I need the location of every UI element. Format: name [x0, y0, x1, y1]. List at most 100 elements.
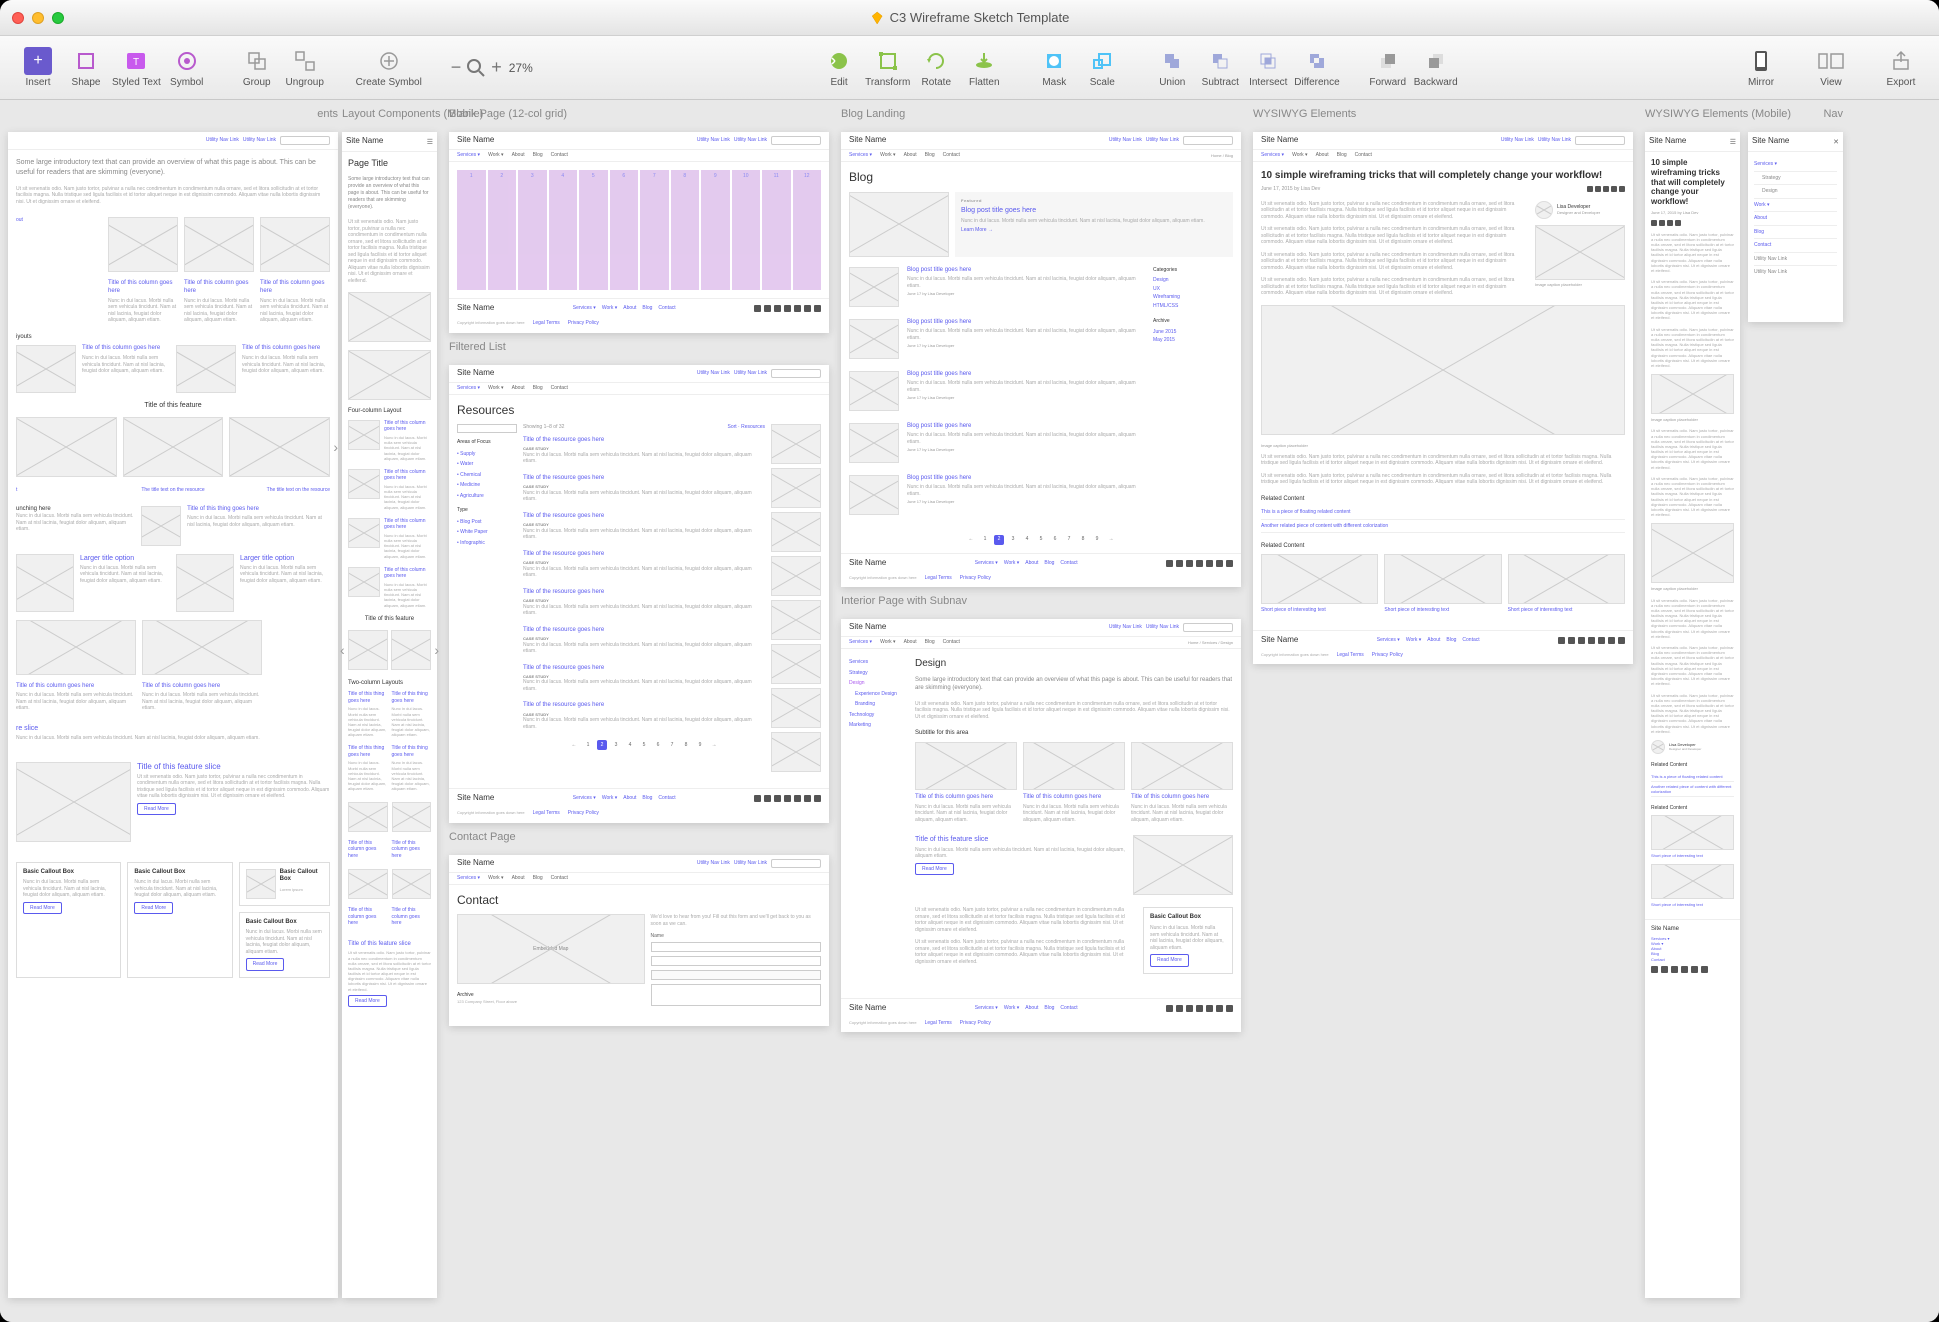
read-more-button[interactable]: Read More	[348, 995, 387, 1008]
image-placeholder	[849, 371, 899, 411]
image-placeholder	[771, 732, 821, 772]
filter-search-input[interactable]	[457, 424, 517, 433]
primary-nav: Services ▾Work ▾AboutBlogContact	[449, 873, 829, 885]
read-more-button[interactable]: Read More	[246, 958, 285, 971]
insert-button[interactable]: + Insert	[16, 47, 60, 88]
forward-button[interactable]: Forward	[1366, 47, 1410, 88]
magnifier-icon	[465, 57, 487, 79]
subtract-button[interactable]: Subtract	[1198, 47, 1242, 88]
carousel-prev-icon[interactable]: ‹	[340, 640, 345, 658]
read-more-button[interactable]: Read More	[915, 863, 954, 876]
name-input[interactable]	[651, 942, 821, 952]
export-button[interactable]: Export	[1879, 47, 1923, 88]
artboard-wysiwyg-mobile[interactable]: Site Name ☰ 10 simple wireframing tricks…	[1645, 132, 1740, 1298]
artboard-blank-page[interactable]: Site Name Utility Nav LinkUtility Nav Li…	[449, 132, 829, 333]
window-title: C3 Wireframe Sketch Template	[870, 10, 1070, 25]
image-placeholder	[849, 192, 949, 257]
grid-overlay: 123456789101112	[457, 170, 821, 290]
main-toolbar: + Insert Shape T Styled Text Symbol Grou…	[0, 36, 1939, 100]
reason-select[interactable]	[651, 970, 821, 980]
image-placeholder	[771, 600, 821, 640]
artboard-filtered-list[interactable]: Site Name Utility Nav LinkUtility Nav Li…	[449, 365, 829, 823]
image-placeholder	[392, 869, 432, 899]
close-icon[interactable]: ✕	[1833, 138, 1839, 147]
artboard-label: WYSIWYG Elements	[1253, 108, 1633, 120]
mirror-button[interactable]: Mirror	[1739, 47, 1783, 88]
backward-button[interactable]: Backward	[1414, 47, 1458, 88]
maximize-button[interactable]	[52, 12, 64, 24]
transform-button[interactable]: Transform	[865, 47, 910, 88]
artboard-blog-landing[interactable]: Site Name Utility Nav LinkUtility Nav Li…	[841, 132, 1241, 587]
search-input[interactable]	[280, 136, 330, 145]
union-button[interactable]: Union	[1150, 47, 1194, 88]
svg-text:T: T	[133, 57, 139, 68]
read-more-button[interactable]: Read More	[134, 902, 173, 915]
search-input[interactable]	[1575, 136, 1625, 145]
window-titlebar: C3 Wireframe Sketch Template	[0, 0, 1939, 36]
artboard-label: Filtered List	[449, 341, 829, 353]
view-button[interactable]: View	[1809, 47, 1853, 88]
search-input[interactable]	[771, 369, 821, 378]
menu-icon[interactable]: ☰	[1730, 138, 1736, 147]
image-placeholder	[348, 292, 431, 342]
mask-button[interactable]: Mask	[1032, 47, 1076, 88]
artboard-label: Blank Page (12-col grid)	[449, 108, 829, 120]
minimize-button[interactable]	[32, 12, 44, 24]
read-more-button[interactable]: Read More	[23, 902, 62, 915]
image-placeholder	[184, 217, 254, 272]
artboard-wysiwyg[interactable]: Site Name Utility Nav LinkUtility Nav Li…	[1253, 132, 1633, 664]
scale-button[interactable]: Scale	[1080, 47, 1124, 88]
sketch-file-icon	[870, 11, 884, 25]
artboard-interior[interactable]: Site Name Utility Nav LinkUtility Nav Li…	[841, 619, 1241, 1032]
image-placeholder	[176, 554, 234, 612]
zoom-out-button[interactable]: −	[451, 57, 462, 78]
search-input[interactable]	[1183, 623, 1233, 632]
image-placeholder	[108, 217, 178, 272]
symbol-button[interactable]: Symbol	[165, 47, 209, 88]
carousel-next-icon[interactable]: ›	[333, 437, 338, 455]
styled-text-button[interactable]: T Styled Text	[112, 47, 161, 88]
artboard-label: Blog Landing	[841, 108, 1241, 120]
create-symbol-button[interactable]: Create Symbol	[353, 47, 425, 88]
ungroup-button[interactable]: Ungroup	[283, 47, 327, 88]
carousel-next-icon[interactable]: ›	[434, 640, 439, 658]
image-placeholder	[1133, 835, 1233, 895]
group-button[interactable]: Group	[235, 47, 279, 88]
rotate-button[interactable]: Rotate	[914, 47, 958, 88]
image-placeholder	[16, 762, 131, 842]
email-input[interactable]	[651, 956, 821, 966]
zoom-in-button[interactable]: +	[491, 57, 502, 78]
difference-button[interactable]: Difference	[1294, 47, 1339, 88]
search-input[interactable]	[771, 859, 821, 868]
image-placeholder	[348, 567, 380, 597]
social-icons	[754, 795, 821, 802]
image-placeholder	[771, 688, 821, 728]
read-more-button[interactable]: Read More	[137, 803, 176, 816]
image-placeholder	[348, 869, 388, 899]
intersect-button[interactable]: Intersect	[1246, 47, 1290, 88]
image-placeholder	[771, 512, 821, 552]
image-placeholder	[1384, 554, 1501, 604]
image-placeholder	[1651, 864, 1734, 899]
artboard-elements[interactable]: Utility Nav Link Utility Nav Link Some l…	[8, 132, 338, 1298]
flatten-button[interactable]: Flatten	[962, 47, 1006, 88]
edit-button[interactable]: Edit	[817, 47, 861, 88]
image-placeholder	[849, 267, 899, 307]
message-input[interactable]	[651, 984, 821, 1006]
search-input[interactable]	[1183, 136, 1233, 145]
canvas[interactable]: ents Utility Nav Link Utility Nav Link S…	[0, 100, 1939, 1322]
artboard-contact[interactable]: Site Name Utility Nav LinkUtility Nav Li…	[449, 855, 829, 1026]
close-button[interactable]	[12, 12, 24, 24]
shape-button[interactable]: Shape	[64, 47, 108, 88]
artboard-nav-mobile[interactable]: Site Name ✕ Services ▾ Strategy Design W…	[1748, 132, 1843, 322]
image-placeholder	[1131, 742, 1233, 790]
section-subnav: Services Strategy Design Experience Desi…	[849, 657, 909, 982]
social-icons	[754, 305, 821, 312]
menu-icon[interactable]: ☰	[427, 138, 433, 147]
search-input[interactable]	[771, 136, 821, 145]
map-placeholder: Embedded Map	[457, 914, 645, 984]
artboard-layout-mobile[interactable]: Site Name ☰ Page Title Some large introd…	[342, 132, 437, 1298]
image-placeholder	[142, 620, 262, 675]
primary-nav: Services ▾Work ▾AboutBlogContact Home / …	[841, 637, 1241, 649]
read-more-button[interactable]: Read More	[1150, 954, 1189, 967]
